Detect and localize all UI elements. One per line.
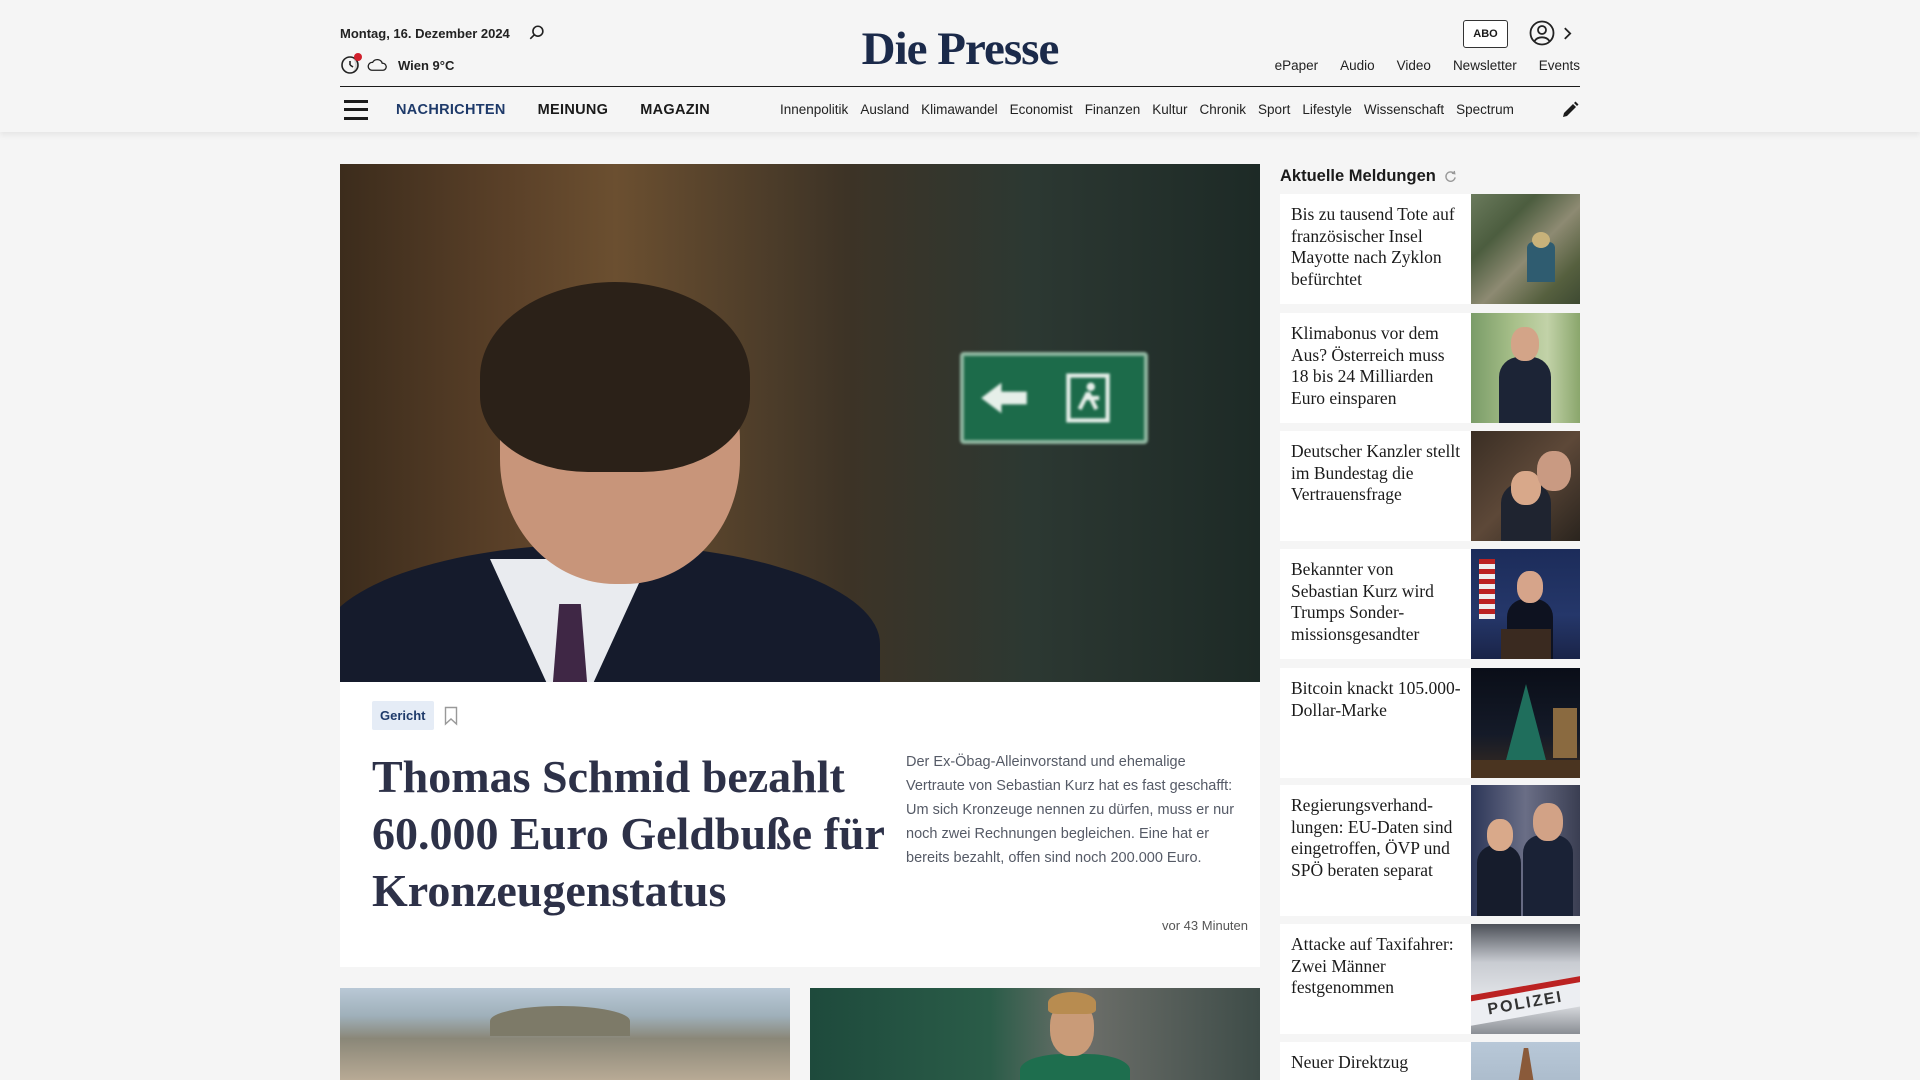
- sub-nav: Innenpolitik Ausland Klimawandel Economi…: [780, 87, 1560, 132]
- hero-teaser: Der Ex-Öbag-Alleinvorstand und ehemalige…: [906, 754, 1235, 866]
- news-item-thumbnail[interactable]: POLIZEI: [1471, 924, 1580, 1034]
- news-item[interactable]: Regierungsverhand-lungen: EU-Daten sind …: [1280, 785, 1580, 916]
- bookmark-icon[interactable]: [444, 706, 458, 726]
- top-links: ePaper Audio Video Newsletter Events: [1275, 58, 1580, 73]
- news-item[interactable]: Bitcoin knackt 105.000-Dollar-Marke: [1280, 668, 1580, 778]
- news-item[interactable]: Klimabonus vor dem Aus? Österreich muss …: [1280, 313, 1580, 423]
- hero-image[interactable]: [340, 164, 1260, 682]
- subnav-chronik[interactable]: Chronik: [1200, 102, 1247, 117]
- link-video[interactable]: Video: [1397, 58, 1431, 73]
- hero-headline[interactable]: Thomas Schmid bezahlt 60.000 Euro Geldbu…: [372, 748, 892, 919]
- news-item-title[interactable]: Neuer Direktzug: [1291, 1052, 1461, 1074]
- nav-row: NACHRICHTEN MEINUNG MAGAZIN Innenpolitik…: [340, 87, 1580, 132]
- subnav-economist[interactable]: Economist: [1010, 102, 1073, 117]
- refresh-icon[interactable]: [1444, 170, 1457, 183]
- news-item-title[interactable]: Bitcoin knackt 105.000-Dollar-Marke: [1291, 678, 1461, 721]
- news-item-title[interactable]: Attacke auf Taxifahrer: Zwei Männer fest…: [1291, 934, 1461, 999]
- nav-magazin[interactable]: MAGAZIN: [640, 102, 710, 118]
- news-item-thumbnail[interactable]: [1471, 549, 1580, 659]
- header-inner: Montag, 16. Dezember 2024 Wien 9°C Die P…: [340, 0, 1580, 132]
- news-item-title[interactable]: Deutscher Kanzler stellt im Bundestag di…: [1291, 441, 1461, 506]
- hill-graphic: [490, 1006, 630, 1036]
- teaser-image-football[interactable]: [810, 988, 1260, 1080]
- news-item-thumbnail[interactable]: [1471, 1042, 1580, 1080]
- news-item-title[interactable]: Klimabonus vor dem Aus? Österreich muss …: [1291, 323, 1461, 409]
- subnav-ausland[interactable]: Ausland: [860, 102, 909, 117]
- news-item-title[interactable]: Bekannter von Sebastian Kurz wird Trumps…: [1291, 559, 1461, 645]
- news-item-thumbnail[interactable]: [1471, 194, 1580, 304]
- nav-nachrichten[interactable]: NACHRICHTEN: [396, 102, 506, 118]
- subnav-klimawandel[interactable]: Klimawandel: [921, 102, 998, 117]
- subnav-lifestyle[interactable]: Lifestyle: [1302, 102, 1352, 117]
- pencil-icon[interactable]: [1560, 100, 1580, 120]
- user-menu[interactable]: [1529, 20, 1572, 46]
- site-header: Montag, 16. Dezember 2024 Wien 9°C Die P…: [0, 0, 1920, 132]
- hero-timestamp: vor 43 Minuten: [1162, 918, 1248, 933]
- news-item-thumbnail[interactable]: [1471, 785, 1580, 916]
- person-hair: [480, 282, 750, 472]
- category-tag[interactable]: Gericht: [372, 701, 434, 730]
- subnav-innenpolitik[interactable]: Innenpolitik: [780, 102, 848, 117]
- news-item[interactable]: Bis zu tausend Tote auf französischer In…: [1280, 194, 1580, 304]
- news-item[interactable]: Bekannter von Sebastian Kurz wird Trumps…: [1280, 549, 1580, 659]
- sidebar-title-row: Aktuelle Meldungen: [1280, 164, 1457, 188]
- abo-button[interactable]: ABO: [1463, 20, 1508, 48]
- player-hair: [1048, 992, 1096, 1014]
- hero-tag-row: Gericht: [372, 701, 458, 730]
- news-item[interactable]: Deutscher Kanzler stellt im Bundestag di…: [1280, 431, 1580, 541]
- exit-sign-graphic: [960, 352, 1148, 444]
- news-item-title[interactable]: Bis zu tausend Tote auf französischer In…: [1291, 204, 1461, 290]
- news-item[interactable]: Attacke auf Taxifahrer: Zwei Männer fest…: [1280, 924, 1580, 1034]
- sidebar-title: Aktuelle Meldungen: [1280, 166, 1436, 185]
- user-icon[interactable]: [1529, 20, 1555, 46]
- teaser-image-athens[interactable]: [340, 988, 790, 1080]
- link-epaper[interactable]: ePaper: [1275, 58, 1319, 73]
- nav-meinung[interactable]: MEINUNG: [538, 102, 609, 118]
- hero-article[interactable]: Gericht Thomas Schmid bezahlt 60.000 Eur…: [340, 164, 1260, 967]
- subnav-spectrum[interactable]: Spectrum: [1456, 102, 1514, 117]
- subnav-kultur[interactable]: Kultur: [1152, 102, 1187, 117]
- subnav-wissenschaft[interactable]: Wissenschaft: [1364, 102, 1444, 117]
- news-item-title[interactable]: Regierungsverhand-lungen: EU-Daten sind …: [1291, 795, 1461, 881]
- main-nav: NACHRICHTEN MEINUNG MAGAZIN: [396, 102, 710, 118]
- link-newsletter[interactable]: Newsletter: [1453, 58, 1517, 73]
- news-item-thumbnail[interactable]: [1471, 313, 1580, 423]
- news-item[interactable]: Neuer Direktzug: [1280, 1042, 1580, 1080]
- menu-icon[interactable]: [344, 99, 368, 120]
- chevron-right-icon[interactable]: [1563, 26, 1572, 41]
- link-events[interactable]: Events: [1539, 58, 1580, 73]
- player-shirt: [1020, 1054, 1130, 1080]
- subnav-finanzen[interactable]: Finanzen: [1085, 102, 1141, 117]
- link-audio[interactable]: Audio: [1340, 58, 1375, 73]
- subnav-sport[interactable]: Sport: [1258, 102, 1290, 117]
- news-item-thumbnail[interactable]: [1471, 668, 1580, 778]
- news-item-thumbnail[interactable]: [1471, 431, 1580, 541]
